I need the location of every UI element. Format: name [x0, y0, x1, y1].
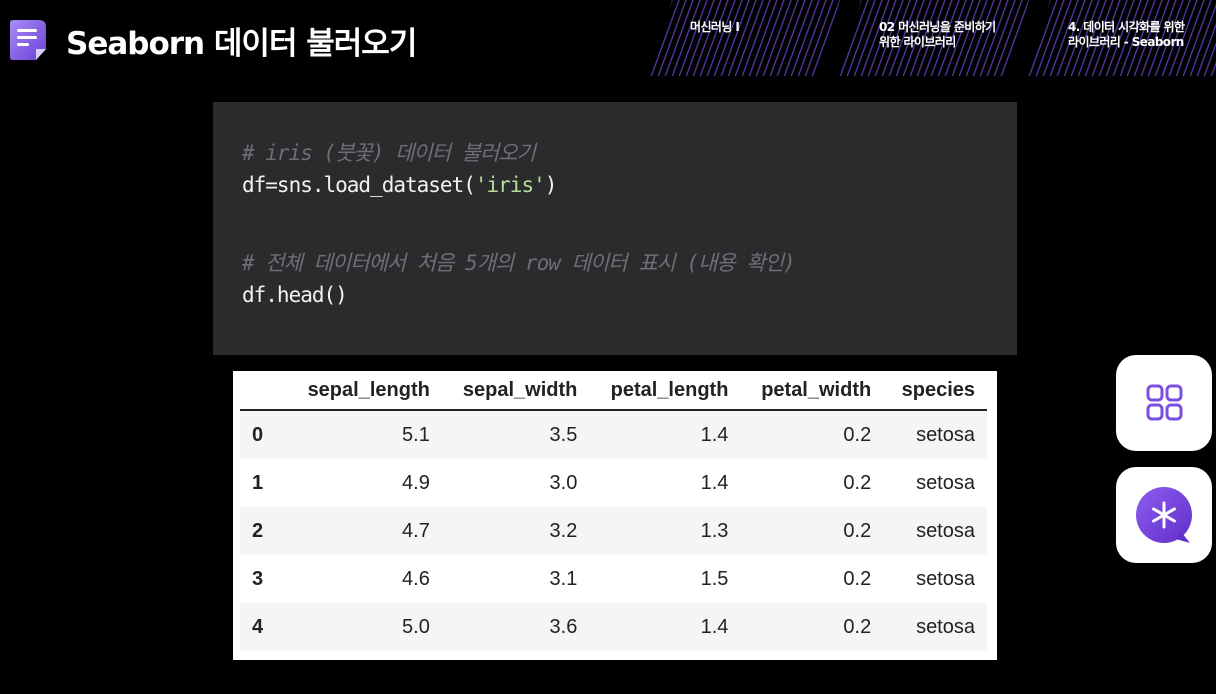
breadcrumb-item-libraries[interactable]: 02 머신러닝을 준비하기 위한 라이브러리 [879, 20, 996, 50]
column-header: sepal_length [286, 371, 442, 411]
table-cell: setosa [916, 567, 975, 590]
code-text: ) [544, 173, 558, 197]
table-row: 1 4.9 3.0 1.4 0.2 setosa [240, 459, 987, 507]
row-index: 4 [252, 615, 264, 638]
table-cell: 4.6 [402, 567, 430, 590]
ai-assistant-button[interactable] [1116, 467, 1212, 563]
table-cell: 3.6 [549, 615, 578, 638]
table-cell: 5.0 [402, 615, 430, 638]
breadcrumb-line: 02 머신러닝을 준비하기 [879, 20, 996, 34]
table-cell: 1.4 [700, 615, 729, 638]
table-cell: setosa [916, 471, 975, 494]
table-cell: 0.2 [843, 423, 872, 446]
table-cell: 4.9 [402, 471, 430, 494]
table-cell: 3.5 [549, 423, 578, 446]
column-header: sepal_width [441, 371, 590, 411]
code-line-head: df.head() [242, 283, 348, 307]
column-header: species [883, 371, 987, 411]
column-header: petal_length [589, 371, 741, 411]
document-icon [10, 20, 46, 60]
table-cell: 0.2 [843, 567, 872, 590]
breadcrumb-line: 머신러닝 I [690, 20, 740, 34]
table-row: 3 4.6 3.1 1.5 0.2 setosa [240, 555, 987, 603]
apps-grid-icon [1146, 384, 1183, 421]
table-cell: setosa [916, 423, 975, 446]
breadcrumb-line: 4. 데이터 시각화를 위한 [1068, 20, 1185, 34]
breadcrumb-line: 위한 라이브러리 [879, 35, 956, 49]
breadcrumb-item-machine-learning[interactable]: 머신러닝 I [690, 20, 740, 35]
dataframe-table: sepal_length sepal_width petal_length pe… [240, 371, 987, 651]
table-row: 2 4.7 3.2 1.3 0.2 setosa [240, 507, 987, 555]
code-line-load-dataset: df=sns.load_dataset('iris') [242, 173, 558, 197]
ai-chat-icon [1136, 487, 1192, 543]
apps-button[interactable] [1116, 355, 1212, 451]
column-header: petal_width [740, 371, 884, 411]
table-cell: 1.5 [700, 567, 729, 590]
row-index: 3 [252, 567, 264, 590]
table-cell: 0.2 [843, 471, 872, 494]
table-row: 0 5.1 3.5 1.4 0.2 setosa [240, 410, 987, 459]
dataframe-output: sepal_length sepal_width petal_length pe… [233, 371, 997, 660]
row-index: 1 [252, 471, 264, 494]
table-cell: 1.3 [700, 519, 729, 542]
table-cell: 3.2 [549, 519, 578, 542]
table-cell: 1.4 [700, 423, 729, 446]
table-cell: 4.7 [402, 519, 430, 542]
table-cell: 5.1 [402, 423, 430, 446]
table-cell: 3.1 [549, 567, 578, 590]
table-cell: setosa [916, 615, 975, 638]
slide: Seaborn 데이터 불러오기 머신러닝 I 02 머신러닝을 준비하기 위한… [0, 0, 1216, 694]
table-header-row: sepal_length sepal_width petal_length pe… [240, 371, 987, 411]
column-header-index [240, 371, 286, 411]
table-row: 4 5.0 3.6 1.4 0.2 setosa [240, 603, 987, 651]
row-index: 0 [252, 423, 264, 446]
table-cell: setosa [916, 519, 975, 542]
table-cell: 0.2 [843, 519, 872, 542]
page-title: Seaborn 데이터 불러오기 [66, 26, 417, 62]
code-block: # iris (붓꽃) 데이터 불러오기 df=sns.load_dataset… [213, 102, 1017, 355]
table-cell: 0.2 [843, 615, 872, 638]
code-string: 'iris' [474, 173, 546, 197]
breadcrumb-line: 라이브러리 - Seaborn [1068, 35, 1184, 49]
table-cell: 3.0 [549, 471, 578, 494]
code-comment-head: # 전체 데이터에서 처음 5개의 row 데이터 표시 (내용 확인) [242, 251, 796, 275]
table-cell: 1.4 [700, 471, 729, 494]
row-index: 2 [252, 519, 264, 542]
breadcrumb-item-seaborn[interactable]: 4. 데이터 시각화를 위한 라이브러리 - Seaborn [1068, 20, 1185, 50]
code-comment-load: # iris (붓꽃) 데이터 불러오기 [242, 141, 536, 165]
code-text: df=sns.load_dataset( [242, 173, 476, 197]
